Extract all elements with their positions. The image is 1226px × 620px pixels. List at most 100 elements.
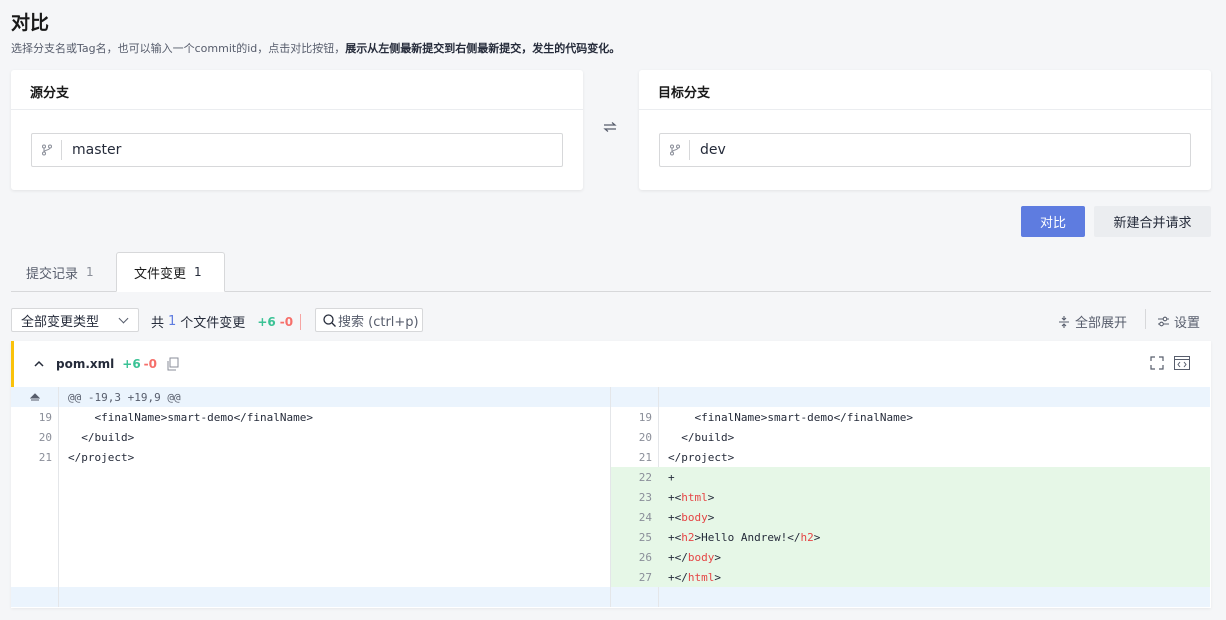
code-text: <finalName>smart-demo</finalName> bbox=[68, 410, 314, 424]
code-text: +<h2>Hello Andrew!</h2> bbox=[659, 531, 820, 544]
tab-commits-count: 1 bbox=[86, 265, 94, 279]
page-subtitle: 选择分支名或Tag名，也可以输入一个commit的id，点击对比按钮，展示从左侧… bbox=[11, 40, 620, 56]
line-number: 23 bbox=[611, 487, 659, 507]
target-branch-label: 目标分支 bbox=[639, 70, 1211, 110]
code-plain: > bbox=[707, 510, 715, 524]
code-tag: html bbox=[681, 490, 708, 504]
code-plain: +</ bbox=[668, 550, 688, 564]
code-line: 19 <finalName>smart-demo</finalName> bbox=[611, 407, 1210, 427]
tab-file-changes-label: 文件变更 bbox=[134, 266, 187, 282]
line-number: 20 bbox=[611, 427, 659, 447]
code-text: +</html> bbox=[659, 571, 721, 584]
summary-additions: +6 bbox=[257, 314, 276, 329]
line-number: 22 bbox=[611, 467, 659, 487]
line-number-empty bbox=[11, 467, 59, 487]
summary-count: 1 bbox=[168, 314, 177, 329]
code-plain: > bbox=[813, 530, 821, 544]
code-text: +<html> bbox=[659, 491, 714, 504]
added-line: 22 + bbox=[611, 467, 1210, 487]
code-line: 20 </build> bbox=[11, 427, 611, 447]
code-line: 19 <finalName>smart-demo</finalName> bbox=[11, 407, 611, 427]
line-number-empty bbox=[11, 567, 59, 587]
code-view-icon[interactable] bbox=[1174, 356, 1190, 370]
branch-icon bbox=[660, 140, 690, 160]
hunk-header: @@ -19,3 +19,9 @@ bbox=[68, 390, 181, 404]
line-number-empty bbox=[11, 527, 59, 547]
line-number: 20 bbox=[11, 427, 59, 447]
code-plain: > bbox=[707, 490, 715, 504]
code-text: +<body> bbox=[659, 511, 714, 524]
code-text: + bbox=[659, 471, 675, 484]
branch-icon bbox=[32, 140, 62, 160]
target-branch-card: 目标分支 dev bbox=[639, 70, 1211, 190]
tab-commits-label: 提交记录 bbox=[26, 266, 79, 282]
code-text: </build> bbox=[68, 430, 135, 444]
expand-all-button[interactable]: 全部展开 bbox=[1058, 312, 1127, 331]
line-number: 27 bbox=[611, 567, 659, 587]
change-type-select[interactable]: 全部变更类型 bbox=[11, 308, 139, 332]
tab-file-changes-count: 1 bbox=[194, 265, 202, 279]
code-text: +</body> bbox=[659, 551, 721, 564]
file-search-button[interactable]: 搜索 (ctrl+p) bbox=[315, 308, 423, 332]
search-icon bbox=[323, 313, 336, 327]
line-number: 21 bbox=[11, 447, 59, 467]
expand-all-label: 全部展开 bbox=[1075, 316, 1128, 331]
settings-button[interactable]: 设置 bbox=[1157, 312, 1200, 331]
code-plain: > bbox=[714, 550, 721, 564]
target-branch-value: dev bbox=[700, 142, 726, 158]
code-tag: html bbox=[687, 570, 715, 584]
line-number: 24 bbox=[611, 507, 659, 527]
empty-line bbox=[11, 547, 611, 567]
added-line: 25 +<h2>Hello Andrew!</h2> bbox=[611, 527, 1210, 547]
added-line: 24 +<body> bbox=[611, 507, 1210, 527]
code-plain: +</ bbox=[668, 570, 688, 584]
tab-file-changes[interactable]: 文件变更 1 bbox=[116, 252, 225, 292]
swap-icon[interactable] bbox=[603, 119, 617, 137]
code-text: </project> bbox=[68, 450, 135, 464]
file-header: pom.xml +6 -0 bbox=[11, 341, 1211, 387]
hunk-footer-row bbox=[11, 587, 611, 607]
code-tag: h2 bbox=[681, 530, 695, 544]
code-line: 20 </build> bbox=[611, 427, 1210, 447]
line-number-empty bbox=[11, 587, 59, 607]
code-plain: >Hello Andrew!</ bbox=[694, 530, 801, 544]
line-number: 26 bbox=[611, 547, 659, 567]
source-branch-value: master bbox=[72, 142, 122, 158]
code-plain: +< bbox=[668, 490, 682, 504]
chevron-up-icon[interactable] bbox=[34, 360, 44, 368]
expand-up-icon[interactable] bbox=[11, 387, 59, 407]
source-branch-label: 源分支 bbox=[11, 70, 583, 110]
line-number: 25 bbox=[611, 527, 659, 547]
line-number: 21 bbox=[611, 447, 659, 467]
diff-right: 19 <finalName>smart-demo</finalName> 20 … bbox=[610, 387, 1210, 607]
hunk-footer-row bbox=[611, 587, 1210, 607]
target-branch-input[interactable]: dev bbox=[659, 133, 1191, 167]
subtitle-bold: 展示从左侧最新提交到右侧最新提交，发生的代码变化。 bbox=[345, 42, 621, 55]
compare-button[interactable]: 对比 bbox=[1021, 206, 1085, 237]
chevron-down-icon bbox=[118, 313, 129, 324]
file-name: pom.xml bbox=[56, 357, 115, 371]
line-number-empty bbox=[11, 507, 59, 527]
source-branch-card: 源分支 master bbox=[11, 70, 583, 190]
code-text: </build> bbox=[668, 430, 735, 444]
copy-icon[interactable] bbox=[166, 357, 180, 371]
new-merge-request-button[interactable]: 新建合并请求 bbox=[1094, 206, 1211, 237]
change-summary: 共 1 个文件变更 +6 -0 bbox=[151, 312, 302, 331]
search-label: 搜索 (ctrl+p) bbox=[338, 314, 419, 330]
source-branch-input[interactable]: master bbox=[31, 133, 563, 167]
tab-commits[interactable]: 提交记录 1 bbox=[11, 252, 116, 292]
hunk-row: @@ -19,3 +19,9 @@ bbox=[11, 387, 611, 407]
fullscreen-icon[interactable] bbox=[1150, 356, 1164, 370]
added-line: 27 +</html> bbox=[611, 567, 1210, 587]
line-number-empty bbox=[11, 547, 59, 567]
code-text: <finalName>smart-demo</finalName> bbox=[668, 410, 914, 424]
toolbar-divider bbox=[1145, 309, 1146, 329]
empty-line bbox=[11, 567, 611, 587]
added-line: 23 +<html> bbox=[611, 487, 1210, 507]
summary-suffix: 个文件变更 bbox=[180, 316, 246, 331]
file-additions: +6 bbox=[122, 357, 141, 371]
code-plain: +< bbox=[668, 510, 682, 524]
file-deletions: -0 bbox=[143, 357, 158, 371]
empty-line bbox=[11, 507, 611, 527]
line-number: 19 bbox=[11, 407, 59, 427]
